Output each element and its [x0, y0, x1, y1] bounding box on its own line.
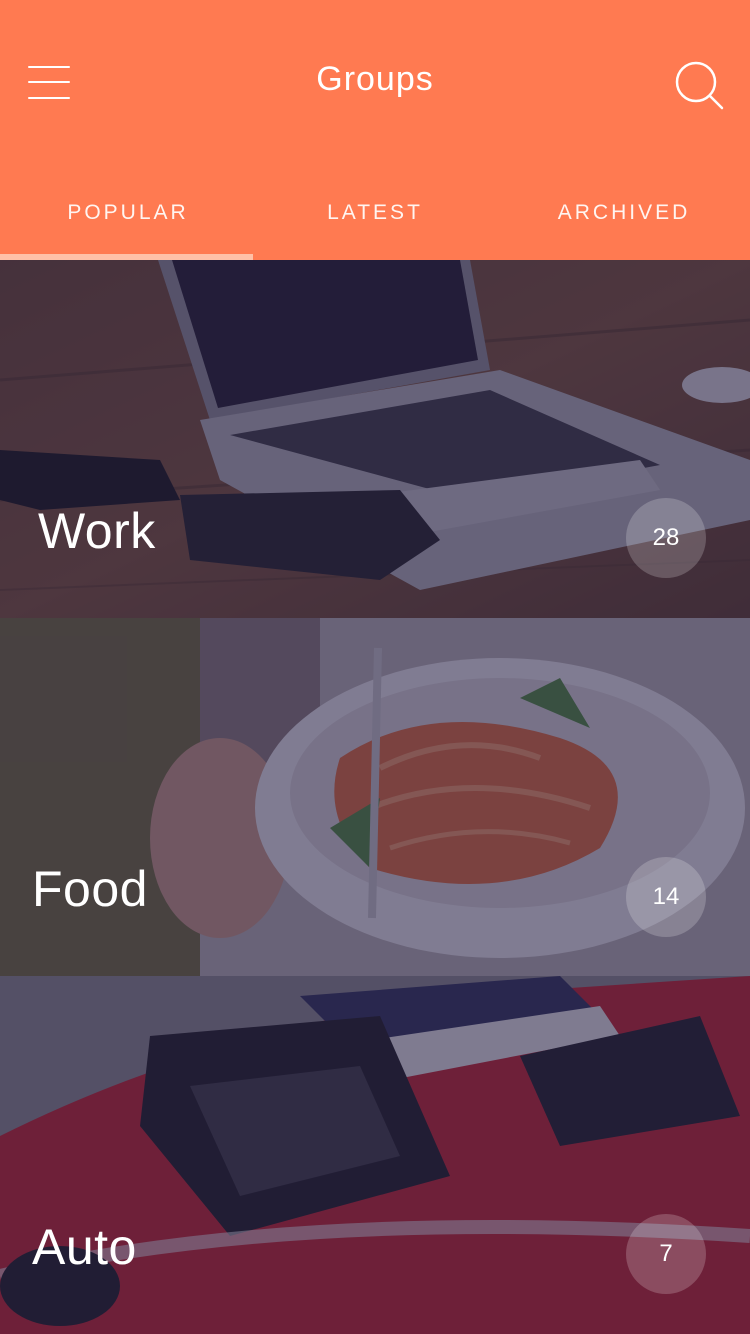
tab-bar: POPULAR LATEST ARCHIVED	[0, 180, 750, 260]
group-name: Work	[38, 503, 156, 559]
group-name: Auto	[32, 1219, 137, 1275]
group-count-badge: 28	[626, 498, 706, 578]
app-header: Groups POPULAR LATEST ARCHIVED	[0, 0, 750, 260]
group-name: Food	[32, 861, 148, 917]
group-card-work[interactable]: Work 28	[0, 260, 750, 618]
hamburger-menu-icon[interactable]	[28, 64, 72, 102]
page-title: Groups	[316, 60, 434, 98]
group-card-auto[interactable]: Auto 7	[0, 976, 750, 1334]
group-count-badge: 14	[626, 857, 706, 937]
tab-archived[interactable]: ARCHIVED	[499, 180, 749, 260]
search-icon[interactable]	[672, 58, 726, 112]
group-count-badge: 7	[626, 1214, 706, 1294]
group-card-food[interactable]: Food 14	[0, 618, 750, 976]
tab-popular[interactable]: POPULAR	[3, 180, 253, 260]
tab-latest[interactable]: LATEST	[250, 180, 500, 260]
